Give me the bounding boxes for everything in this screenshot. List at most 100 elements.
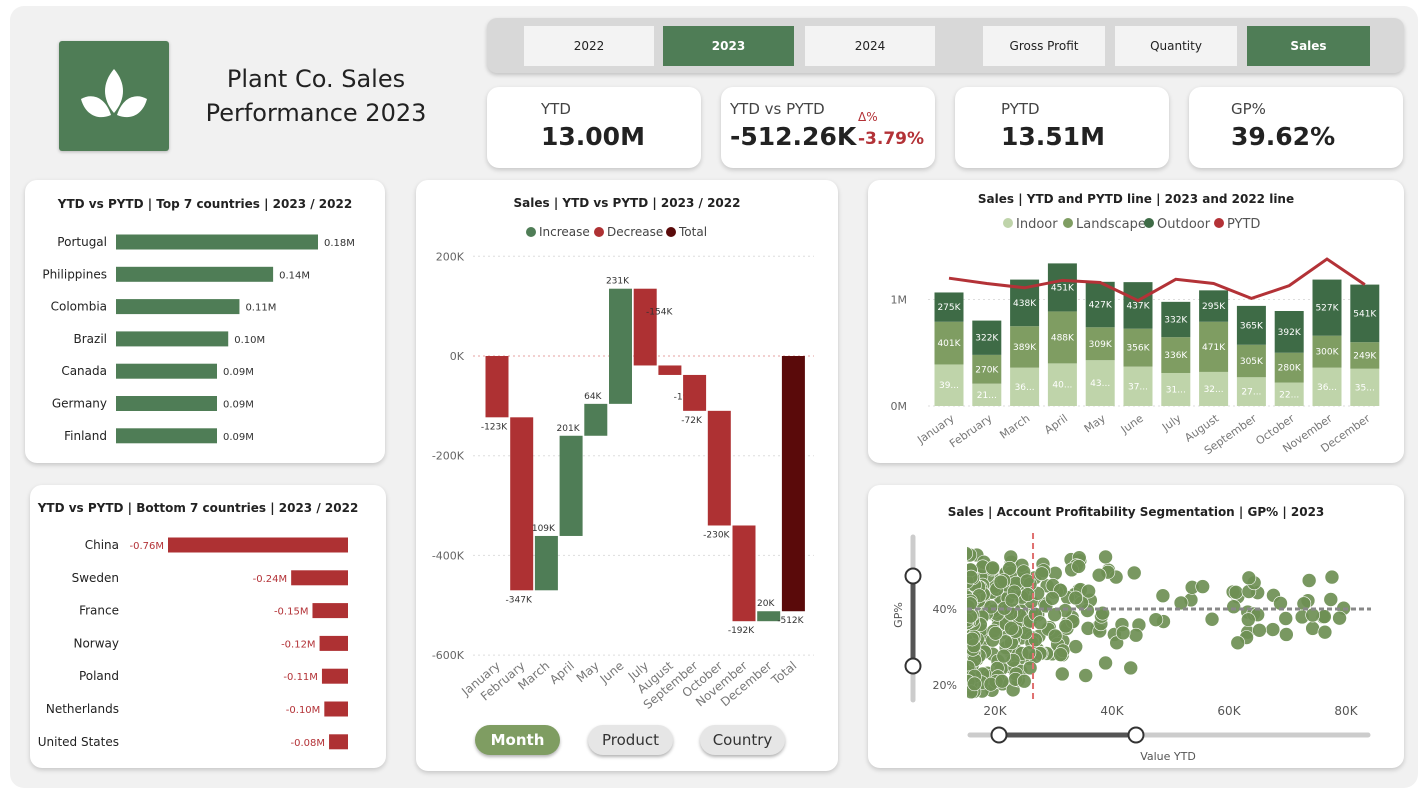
data-label: 0.14M [279, 270, 310, 281]
x-range-handle-left[interactable] [990, 726, 1008, 744]
bar [116, 428, 217, 444]
data-label: 471K [1202, 343, 1226, 353]
scatter-point [1002, 561, 1017, 576]
data-label: 249K [1353, 351, 1377, 361]
scatter-point [985, 560, 1000, 576]
data-label: 36... [1317, 383, 1337, 393]
data-label: 109K [532, 524, 556, 534]
waterfall-bar [609, 288, 632, 404]
scatter-point [1241, 570, 1257, 586]
waterfall-bar [707, 410, 731, 526]
data-label: 295K [1202, 302, 1226, 312]
x-tick-label: May [574, 659, 602, 686]
data-label: 231K [606, 277, 630, 287]
scatter-point [1071, 559, 1086, 574]
data-label: -123K [481, 422, 508, 432]
scatter-point [1022, 660, 1038, 676]
scatter-point [1115, 625, 1131, 641]
y-range-handle-top[interactable] [904, 567, 922, 585]
y-axis-title: GP% [892, 602, 905, 628]
delta-value: -3.79% [858, 129, 925, 149]
scatter-point [1278, 611, 1294, 626]
y-range-handle-bottom[interactable] [904, 657, 922, 675]
scatter-point [967, 676, 982, 692]
data-label: -512K [777, 616, 804, 626]
bar [116, 363, 217, 379]
data-label: 336K [1164, 351, 1188, 361]
country-label: United States [38, 735, 119, 749]
country-label: Poland [79, 669, 119, 683]
bar [324, 701, 348, 717]
scatter-plot-area [967, 546, 1351, 700]
bar [319, 635, 348, 651]
bar [116, 234, 318, 250]
bar [321, 668, 348, 684]
scatter-point [1332, 610, 1347, 626]
waterfall-bar [534, 535, 558, 591]
x-range-handle-right[interactable] [1127, 726, 1145, 744]
y-tick-label: 200K [436, 250, 465, 263]
data-label: 22... [1279, 390, 1299, 400]
y-tick-label: 40% [933, 603, 957, 616]
data-label: -0.10M [286, 705, 321, 716]
scatter-point [994, 673, 1010, 689]
country-label: Sweden [72, 571, 119, 585]
scatter-point [1016, 673, 1032, 689]
waterfall-bar [781, 356, 805, 612]
scatter-point [1317, 624, 1333, 640]
country-label: Germany [52, 397, 107, 411]
bar [329, 734, 348, 750]
country-toggle-button[interactable]: Country [700, 725, 785, 755]
legend-marker [1214, 218, 1224, 228]
data-label: 389K [1013, 343, 1037, 353]
year-2024-button[interactable]: 2024 [805, 26, 935, 66]
data-label: 541K [1353, 309, 1377, 319]
product-toggle-button[interactable]: Product [588, 725, 673, 755]
sales-button[interactable]: Sales [1247, 26, 1370, 66]
waterfall-bar [732, 525, 756, 622]
x-axis-title: Value YTD [1140, 750, 1196, 763]
month-toggle-button[interactable]: Month [475, 725, 560, 755]
kpi-ytd-label: YTD [541, 100, 571, 118]
scatter-point [1148, 612, 1164, 627]
legend-label: Indoor [1016, 217, 1058, 232]
scatter-point [1204, 611, 1220, 627]
data-label: 270K [975, 365, 999, 375]
bar [291, 570, 348, 586]
data-label: 0.09M [223, 432, 254, 443]
scatter-chart: 20K 40K 60K 80K 40% 20% Value YTD GP% [892, 533, 1371, 763]
legend-marker [526, 227, 536, 237]
data-label: 35... [1355, 383, 1375, 393]
quantity-button[interactable]: Quantity [1115, 26, 1237, 66]
country-label: France [79, 604, 119, 618]
y-tick-label: -400K [432, 549, 465, 562]
year-2023-button[interactable]: 2023 [663, 26, 794, 66]
country-label: Norway [73, 636, 119, 650]
legend-marker [1144, 218, 1154, 228]
scatter-point [1098, 549, 1113, 565]
scatter-card: Sales | Account Profitability Segmentati… [868, 485, 1404, 768]
bar [312, 603, 348, 619]
scatter-point [1228, 584, 1244, 600]
data-label: 437K [1126, 301, 1150, 311]
waterfall-chart: Increase Decrease Total 200K 0K -200K -400K -60… [432, 225, 814, 712]
kpi-ytd-card: YTD 13.00M [487, 87, 701, 168]
year-2022-button[interactable]: 2022 [524, 26, 654, 66]
data-label: -230K [703, 530, 730, 540]
scatter-point [967, 569, 979, 585]
scatter-point [1032, 615, 1048, 630]
gross-profit-button[interactable]: Gross Profit [983, 26, 1105, 66]
scatter-point [1091, 567, 1107, 583]
data-label: 0.09M [223, 367, 254, 378]
scatter-point [1324, 569, 1340, 585]
waterfall-card: Sales | YTD vs PYTD | 2023 / 2022 Increa… [416, 180, 838, 771]
scatter-point [967, 546, 974, 561]
data-label: 401K [937, 339, 961, 349]
data-label: 27... [1241, 388, 1261, 398]
scatter-point [967, 631, 980, 647]
data-label: -347K [506, 595, 533, 605]
scatter-point [1226, 599, 1241, 615]
data-label: 0.18M [324, 238, 355, 249]
data-label: 20K [757, 599, 775, 609]
scatter-point [1279, 627, 1294, 642]
